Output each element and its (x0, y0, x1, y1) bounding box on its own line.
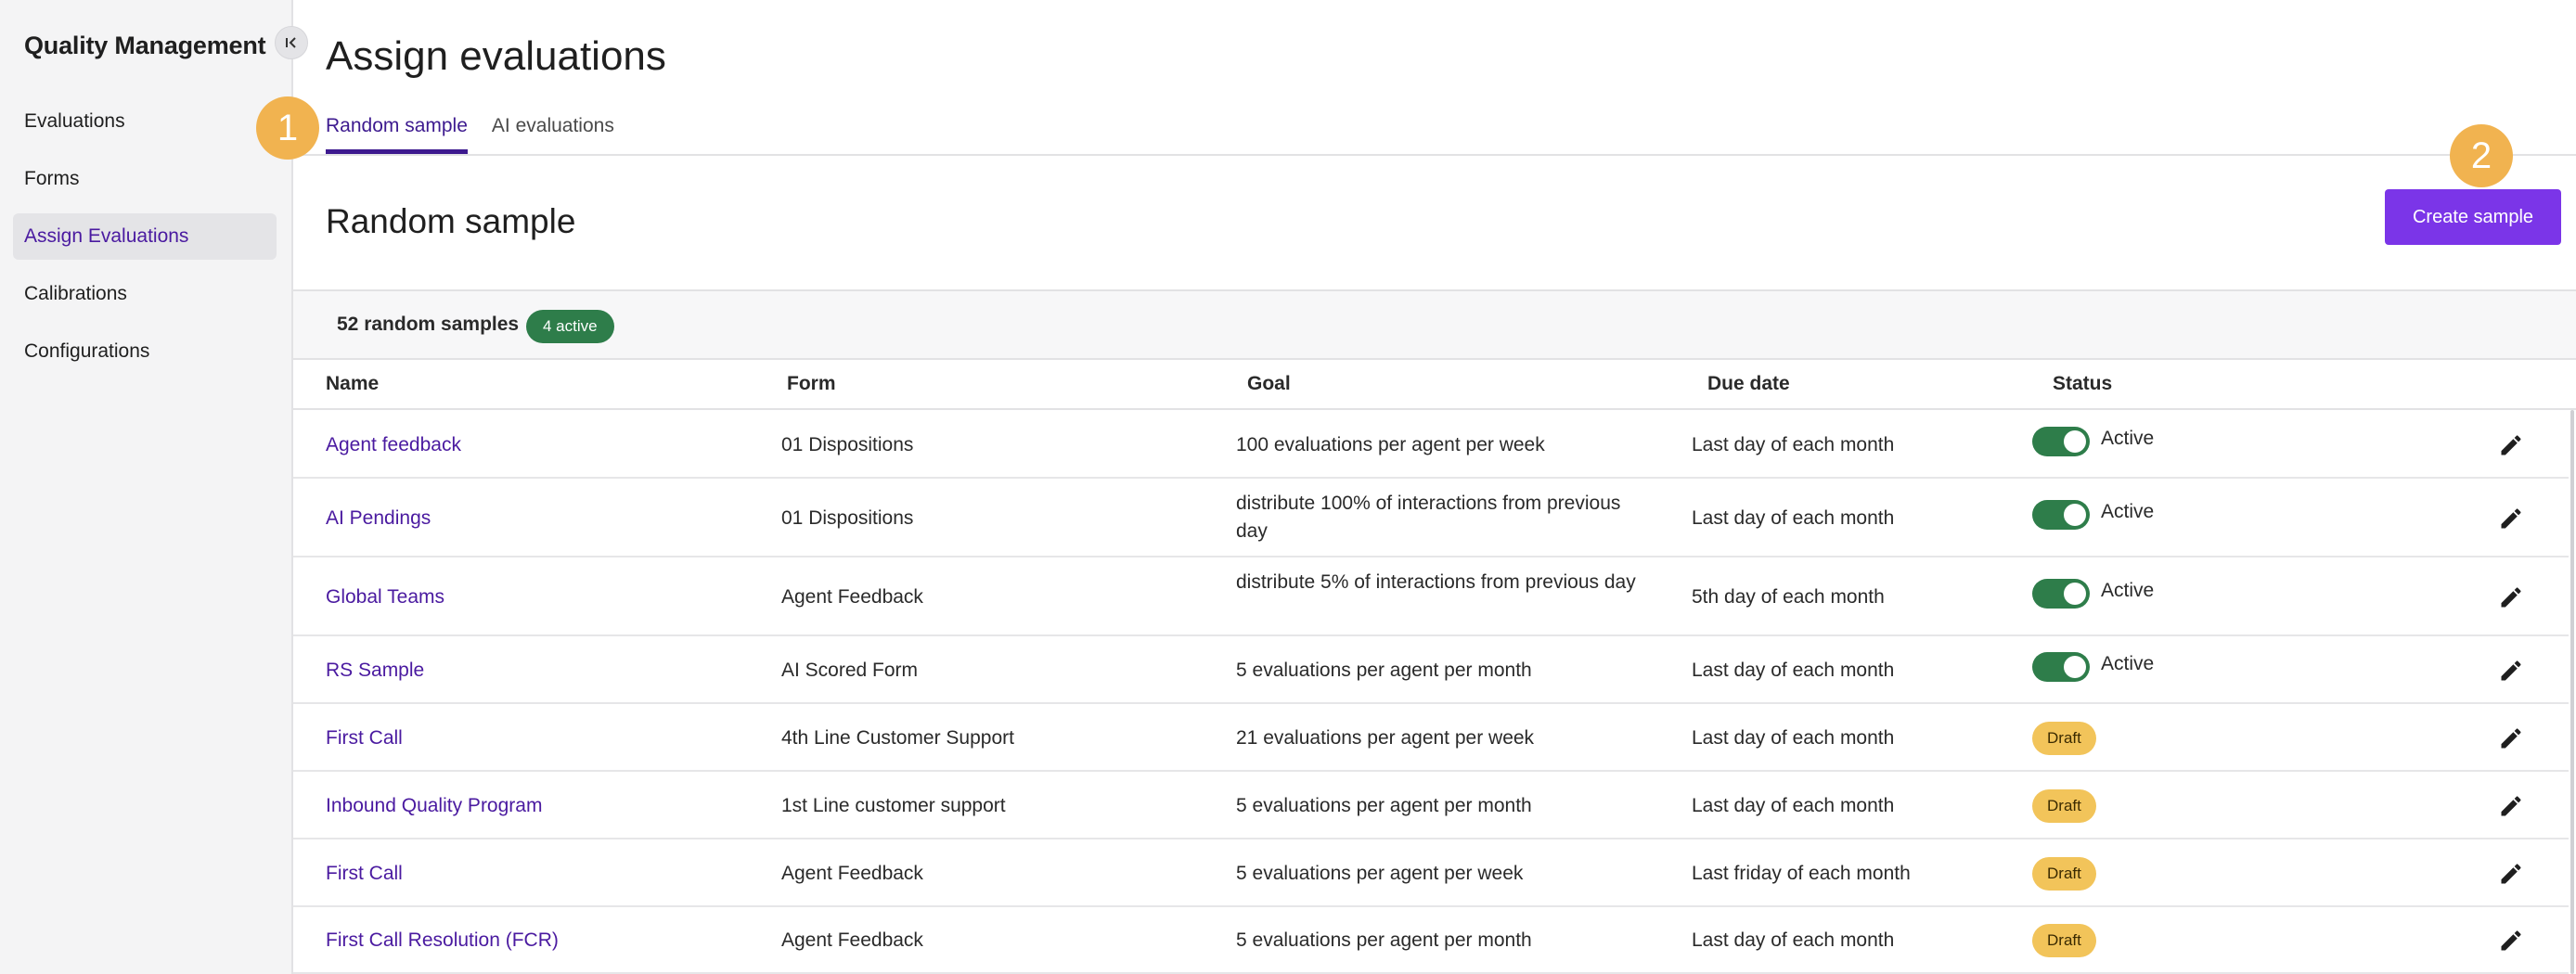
goal-cell: 5 evaluations per agent per month (1236, 795, 1532, 816)
tab-random-sample[interactable]: Random sample (326, 108, 468, 154)
sidebar-item-configurations[interactable]: Configurations (13, 328, 277, 375)
due-date-cell: Last day of each month (1692, 795, 1895, 816)
goal-cell: distribute 100% of interactions from pre… (1236, 493, 1621, 542)
summary-bar: 52 random samples 4 active (293, 289, 2576, 360)
due-date-cell: Last day of each month (1692, 507, 1895, 529)
table-scrollbar[interactable] (2570, 410, 2574, 974)
pencil-icon[interactable] (2498, 861, 2524, 887)
due-date-cell: 5th day of each month (1692, 586, 1885, 608)
table-row[interactable]: RS Sample AI Scored Form 5 evaluations per… (293, 636, 2569, 704)
sample-count: 52 random samples (337, 314, 520, 335)
sample-name-link[interactable]: First Call (326, 724, 753, 752)
table-row[interactable]: Agent feedback 01 Dispositions 100 evaluat… (293, 412, 2569, 479)
status-badge: Draft (2032, 857, 2096, 891)
form-cell: Agent Feedback (781, 929, 923, 951)
status-toggle[interactable] (2032, 652, 2090, 682)
pencil-icon[interactable] (2498, 725, 2524, 751)
sample-name-link[interactable]: RS Sample (326, 657, 753, 685)
due-date-cell: Last day of each month (1692, 434, 1895, 455)
form-cell: AI Scored Form (781, 660, 919, 681)
sample-name-link[interactable]: First Call Resolution (FCR) (326, 927, 753, 955)
column-header-name[interactable]: Name (326, 373, 379, 395)
due-date-cell: Last day of each month (1692, 660, 1895, 681)
collapse-sidebar-button[interactable] (275, 26, 308, 59)
collapse-left-icon (286, 37, 296, 48)
goal-cell: distribute 5% of interactions from previ… (1236, 571, 1636, 593)
goal-cell: 21 evaluations per agent per week (1236, 727, 1535, 749)
column-header-form[interactable]: Form (787, 373, 836, 395)
sidebar: Quality Management Evaluations Forms Ass… (0, 0, 293, 974)
pencil-icon[interactable] (2498, 658, 2524, 684)
sample-name-link[interactable]: Agent feedback (326, 431, 753, 459)
pencil-icon[interactable] (2498, 928, 2524, 954)
status-badge: Draft (2032, 722, 2096, 755)
table-row[interactable]: First Call 4th Line Customer Support 21 ev… (293, 704, 2569, 772)
sample-name-link[interactable]: Inbound Quality Program (326, 792, 753, 820)
form-cell: 01 Dispositions (781, 434, 914, 455)
sidebar-title: Quality Management (24, 32, 266, 59)
page-title: Assign evaluations (326, 33, 666, 79)
table-row[interactable]: AI Pendings 01 Dispositions distribute 100… (293, 479, 2569, 557)
goal-cell: 5 evaluations per agent per week (1236, 863, 1524, 884)
sidebar-item-forms[interactable]: Forms (13, 156, 277, 202)
section-title: Random sample (326, 202, 576, 240)
column-header-due-date[interactable]: Due date (1707, 373, 1790, 395)
status-label: Active (2101, 501, 2155, 522)
active-count-badge: 4 active (526, 310, 614, 343)
pencil-icon[interactable] (2498, 506, 2524, 532)
annotation-marker-2: 2 (2450, 124, 2513, 187)
annotation-marker-1: 1 (256, 96, 319, 160)
create-sample-button[interactable]: Create sample (2385, 189, 2561, 245)
status-badge: Draft (2032, 789, 2096, 823)
sidebar-item-evaluations[interactable]: Evaluations (13, 98, 277, 145)
sample-name-link[interactable]: Global Teams (326, 583, 753, 611)
form-cell: 4th Line Customer Support (781, 727, 1014, 749)
sidebar-item-calibrations[interactable]: Calibrations (13, 271, 277, 317)
table-row[interactable]: First Call Resolution (FCR) Agent Feedbac… (293, 907, 2569, 974)
due-date-cell: Last day of each month (1692, 929, 1895, 951)
form-cell: 01 Dispositions (781, 507, 914, 529)
column-header-goal[interactable]: Goal (1247, 373, 1291, 395)
pencil-icon[interactable] (2498, 584, 2524, 610)
due-date-cell: Last day of each month (1692, 727, 1895, 749)
tabs-divider (293, 154, 2576, 156)
sample-name-link[interactable]: AI Pendings (326, 505, 753, 532)
status-label: Active (2101, 428, 2155, 449)
app-window: Quality Management Evaluations Forms Ass… (0, 0, 2576, 974)
column-header-status[interactable]: Status (2053, 373, 2112, 395)
goal-cell: 5 evaluations per agent per month (1236, 929, 1532, 951)
tab-ai-evaluations[interactable]: AI evaluations (492, 108, 614, 154)
status-label: Active (2101, 653, 2155, 674)
form-cell: Agent Feedback (781, 586, 923, 608)
table-row[interactable]: Global Teams Agent Feedback distribute 5% … (293, 557, 2569, 636)
form-cell: 1st Line customer support (781, 795, 1006, 816)
status-toggle[interactable] (2032, 427, 2090, 456)
goal-cell: 100 evaluations per agent per week (1236, 434, 1545, 455)
sample-name-link[interactable]: First Call (326, 860, 753, 888)
sidebar-nav: Evaluations Forms Assign Evaluations Cal… (13, 98, 277, 386)
status-badge: Draft (2032, 924, 2096, 957)
status-toggle[interactable] (2032, 500, 2090, 530)
status-toggle[interactable] (2032, 579, 2090, 609)
goal-cell: 5 evaluations per agent per month (1236, 660, 1532, 681)
sidebar-item-assign-evaluations[interactable]: Assign Evaluations (13, 213, 277, 260)
status-label: Active (2101, 580, 2155, 601)
table-header: Name Form Goal Due date Status (293, 362, 2576, 410)
pencil-icon[interactable] (2498, 432, 2524, 458)
main-content: Assign evaluations Random sample AI eval… (293, 0, 2576, 974)
due-date-cell: Last friday of each month (1692, 863, 1911, 884)
table-row[interactable]: Inbound Quality Program 1st Line customer… (293, 772, 2569, 839)
tab-bar: Random sample AI evaluations (326, 108, 614, 154)
form-cell: Agent Feedback (781, 863, 923, 884)
pencil-icon[interactable] (2498, 793, 2524, 819)
table-row[interactable]: First Call Agent Feedback 5 evaluations pe… (293, 839, 2569, 907)
